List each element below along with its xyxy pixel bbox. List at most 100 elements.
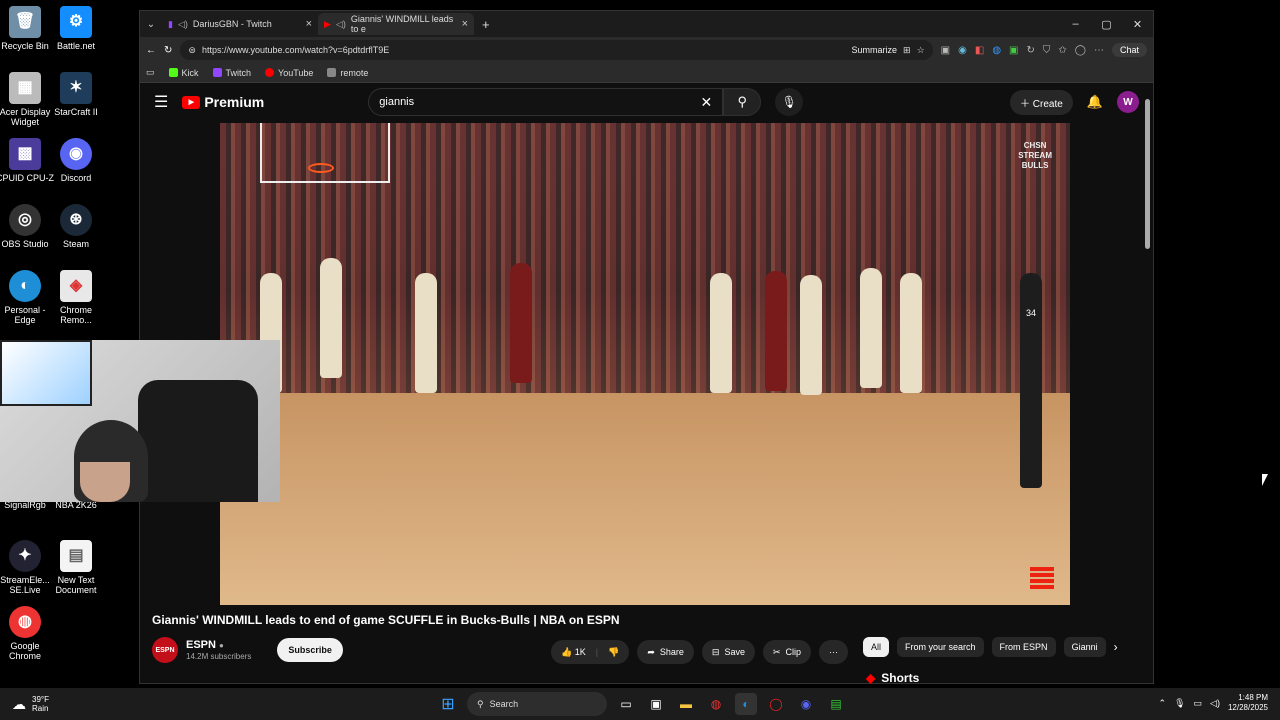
chip-from-your-search[interactable]: From your search [897, 637, 984, 657]
volume-icon[interactable]: ◁) [1210, 698, 1220, 709]
clock-date: 12/28/2025 [1227, 703, 1268, 712]
search-button[interactable]: ⚲ [723, 88, 762, 116]
dislike-button[interactable]: 👎 [608, 647, 619, 658]
tab-label: Giannis' WINDMILL leads to e [350, 14, 454, 34]
subscriber-count: 14.2M subscribers [186, 652, 252, 661]
widgets-icon[interactable]: ▣ [645, 693, 667, 715]
like-count: 1K [574, 646, 586, 657]
like-button[interactable]: 👍 1K [561, 647, 586, 658]
share-button[interactable]: ➦ Share [637, 640, 694, 664]
bookmark-remote[interactable]: remote [327, 68, 368, 78]
more-actions-button[interactable]: ··· [819, 640, 849, 664]
tab-list-chevron-icon[interactable]: ⌄ [140, 19, 162, 30]
weather-widget[interactable]: ☁ 39°F Rain [0, 695, 49, 713]
new-tab-button[interactable]: + [482, 17, 490, 32]
desktop-icon-battlenet[interactable]: ⚙ Battle.net [45, 6, 107, 51]
network-icon[interactable]: ▭ [1194, 698, 1203, 709]
voice-search-button[interactable]: 🎙 [775, 88, 804, 116]
discord-taskbar-icon[interactable]: ◉ [795, 693, 817, 715]
extension-icon[interactable]: ◍ [992, 45, 1001, 56]
close-tab-icon[interactable]: × [306, 18, 312, 30]
microphone-tray-icon[interactable]: 🎙 [1174, 698, 1185, 709]
bookmark-twitch[interactable]: Twitch [212, 68, 251, 78]
chrome-remote-icon: ◈ [60, 270, 92, 302]
extension-icon[interactable]: ◧ [975, 45, 984, 56]
verified-icon: ● [219, 641, 224, 650]
summarize-button[interactable]: Summarize [852, 45, 898, 55]
youtube-logo[interactable]: ▶ Premium [182, 94, 264, 110]
channel-avatar[interactable]: ESPN [152, 637, 178, 663]
share-icon: ➦ [647, 646, 655, 657]
avatar[interactable]: W [1117, 91, 1139, 113]
webcam-person-face [80, 462, 130, 502]
chrome-taskbar-icon[interactable]: ◍ [705, 693, 727, 715]
subscribe-button[interactable]: Subscribe [277, 638, 343, 662]
chip-giannis[interactable]: Gianni [1063, 637, 1106, 657]
edge-taskbar-icon[interactable]: ◐ [735, 693, 757, 715]
maximize-icon[interactable]: ▢ [1091, 18, 1122, 31]
channel-name[interactable]: ESPN ● [186, 639, 251, 652]
channel-info: ESPN ● 14.2M subscribers [186, 639, 251, 661]
clip-button[interactable]: ✂ Clip [762, 640, 812, 664]
file-explorer-icon[interactable]: ▬ [675, 693, 697, 715]
extension-icon[interactable]: ▣ [941, 45, 950, 56]
reader-icon[interactable]: ⊞ [903, 45, 911, 56]
scrollbar-thumb[interactable] [1145, 99, 1150, 249]
tab-twitch[interactable]: ▮ ◁) DariusGBN - Twitch × [162, 13, 318, 35]
refresh-icon[interactable]: ↻ [164, 45, 172, 56]
extension-icon[interactable]: ⛉ [1043, 45, 1051, 56]
weather-condition: Rain [32, 704, 49, 713]
profile-icon[interactable]: ◯ [1075, 45, 1086, 56]
desktop-icon-chrome-remote[interactable]: ◈ Chrome Remo... [45, 270, 107, 325]
more-menu-icon[interactable]: ⋯ [1094, 45, 1104, 56]
address-bar[interactable]: ⊜ https://www.youtube.com/watch?v=6pdtdr… [180, 40, 933, 60]
show-hidden-icons-chevron-icon[interactable]: ⌃ [1159, 698, 1167, 709]
copilot-chat-button[interactable]: Chat [1111, 43, 1147, 57]
close-window-icon[interactable]: ✕ [1122, 18, 1153, 31]
create-button[interactable]: ＋ Create [1010, 89, 1073, 115]
site-info-icon[interactable]: ⊜ [188, 45, 196, 56]
starcraft-icon: ✶ [60, 72, 92, 104]
spotify-taskbar-icon[interactable]: ▤ [825, 693, 847, 715]
extension-icon[interactable]: ◉ [958, 45, 967, 56]
taskbar-search[interactable]: ⚲ Search [467, 692, 607, 716]
desktop-icon-new-text[interactable]: ▤ New Text Document [45, 540, 107, 595]
save-button[interactable]: ⊟ Save [701, 640, 755, 664]
opera-taskbar-icon[interactable]: ◯ [765, 693, 787, 715]
desktop-icon-label: Chrome Remo... [59, 305, 92, 325]
page-scrollbar[interactable] [1143, 89, 1151, 685]
extension-icon[interactable]: ↻ [1027, 45, 1035, 56]
tab-bar: ⌄ ▮ ◁) DariusGBN - Twitch × ▶ ◁) Giannis… [140, 11, 1153, 37]
notifications-bell-icon[interactable]: 🔔 [1087, 94, 1103, 110]
kick-icon [168, 68, 178, 77]
chip-from-espn[interactable]: From ESPN [991, 637, 1056, 657]
desktop-icon-discord[interactable]: ◉ Discord [45, 138, 107, 183]
collections-icon[interactable]: ▭ [146, 67, 155, 78]
chevron-right-icon[interactable]: › [1114, 640, 1118, 654]
youtube-play-icon: ▶ [182, 95, 201, 109]
desktop-icon-label: Google Chrome [8, 641, 41, 661]
clear-search-icon[interactable]: ✕ [701, 94, 713, 111]
start-windows-icon[interactable]: ⊞ [437, 693, 459, 715]
extension-icon[interactable]: ▣ [1009, 45, 1018, 56]
bookmark-kick[interactable]: Kick [168, 67, 199, 78]
minimize-icon[interactable]: – [1060, 18, 1091, 31]
desktop-icon-starcraft[interactable]: ✶ StarCraft II [45, 72, 107, 117]
search-input[interactable]: giannis ✕ [368, 88, 724, 116]
chip-all[interactable]: All [863, 637, 890, 657]
favorite-star-icon[interactable]: ☆ [917, 45, 925, 56]
search-icon: ⚲ [737, 94, 748, 109]
task-view-icon[interactable]: ▭ [615, 693, 637, 715]
video-player-figure [800, 275, 822, 395]
menu-icon[interactable]: ☰ [154, 92, 168, 112]
clock[interactable]: 1:48 PM 12/28/2025 [1228, 693, 1268, 713]
video-player[interactable]: 34 CHSN STREAM BULLS [220, 123, 1070, 605]
bookmark-youtube[interactable]: YouTube [265, 68, 313, 78]
bookmark-label: Kick [181, 67, 199, 78]
close-tab-icon[interactable]: × [462, 18, 468, 30]
desktop-icon-steam[interactable]: ⊛ Steam [45, 204, 107, 249]
favorites-icon[interactable]: ✩ [1058, 45, 1066, 56]
back-icon[interactable]: ← [146, 45, 156, 56]
desktop-icon-chrome[interactable]: ◍ Google Chrome [0, 606, 56, 661]
tab-youtube[interactable]: ▶ ◁) Giannis' WINDMILL leads to e × [318, 13, 474, 35]
